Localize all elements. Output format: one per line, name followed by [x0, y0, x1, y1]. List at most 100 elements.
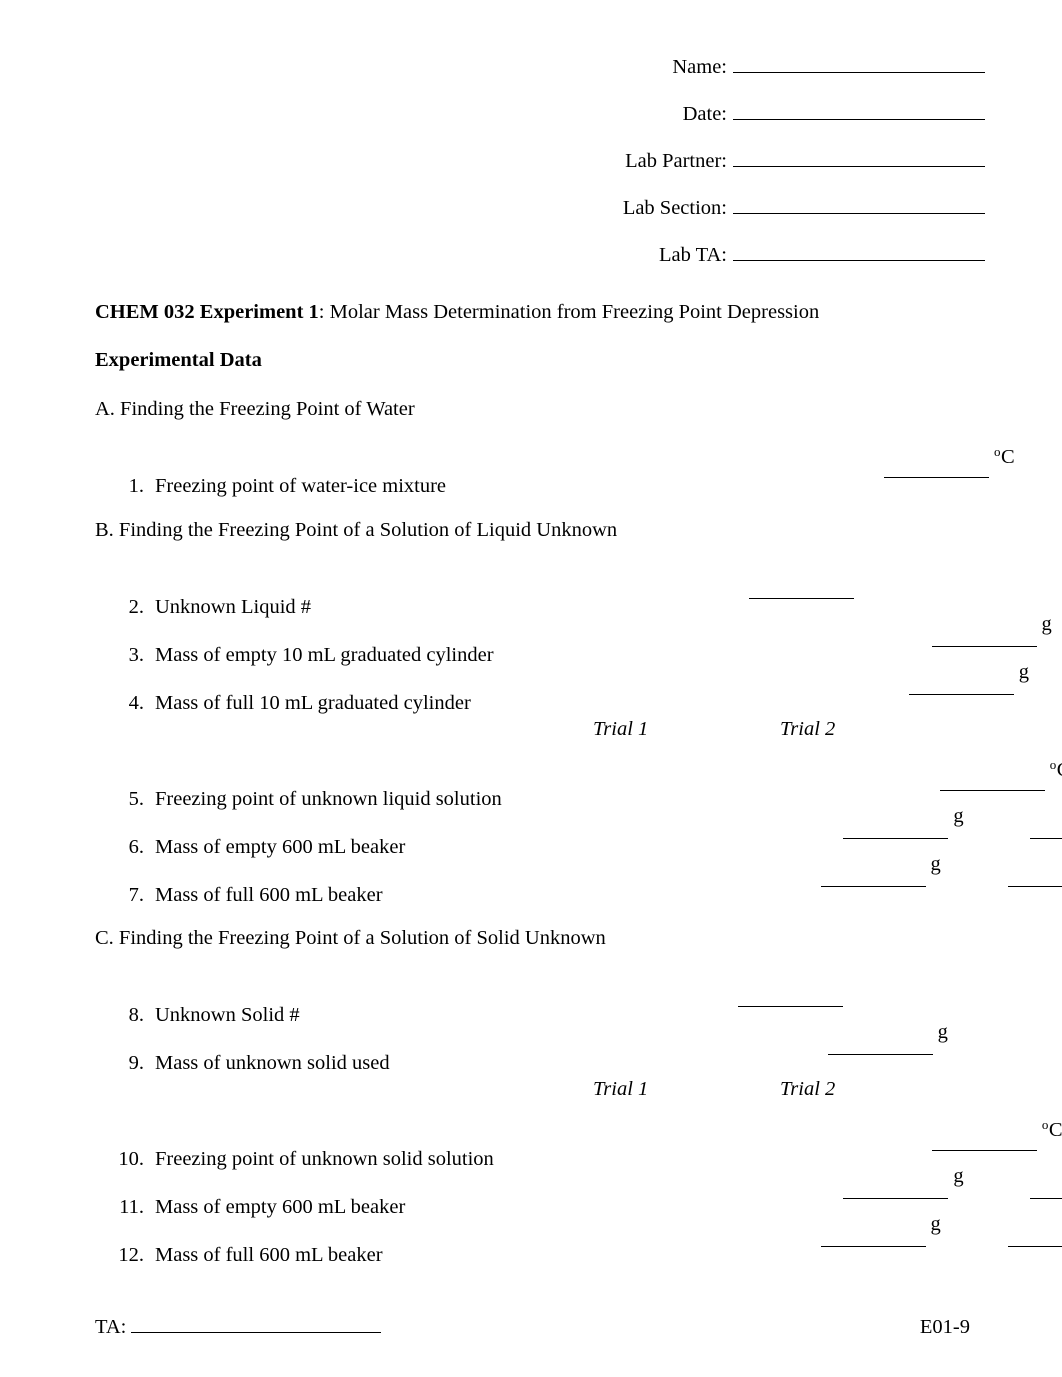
answer-blank[interactable]: [1007, 870, 1062, 887]
lab-ta-blank[interactable]: [733, 244, 985, 261]
answer-blank[interactable]: [827, 1038, 933, 1055]
answer-blank[interactable]: [1030, 1182, 1062, 1199]
unit-grams: g: [937, 1021, 948, 1043]
unit-grams: g: [930, 853, 941, 875]
answer-cell-trial2: g: [1007, 853, 1062, 901]
answer-cell: g: [908, 661, 1030, 709]
trial-1-header: Trial 1: [593, 718, 649, 740]
group-c: C. Finding the Freezing Point of a Solut…: [0, 925, 1062, 1266]
header-field-row: Lab TA:: [0, 244, 985, 291]
answer-blank[interactable]: [737, 990, 843, 1007]
header-field-row: Name:: [0, 56, 985, 103]
item-label: Mass of empty 10 mL graduated cylinder: [155, 644, 494, 666]
trial-header-row: Trial 1 Trial 2: [0, 1069, 1062, 1117]
answer-cell-trial1: g: [843, 805, 964, 853]
header-fields: Name: Date: Lab Partner: Lab Section: La…: [0, 56, 985, 291]
answer-cell-trial1: g: [820, 1213, 941, 1261]
item-label: Unknown Liquid #: [155, 596, 312, 618]
item-row: 2. Unknown Liquid #: [0, 565, 1062, 618]
title-bold-prefix: CHEM 032 Experiment 1: [95, 301, 319, 323]
answer-area: [311, 565, 1062, 613]
answer-blank[interactable]: [931, 1134, 1037, 1151]
item-number: 5.: [128, 788, 144, 810]
answer-blank[interactable]: [749, 582, 855, 599]
answer-blank[interactable]: [843, 822, 949, 839]
trial-2-header: Trial 2: [780, 718, 836, 740]
trial-header-row: Trial 1 Trial 2: [0, 709, 1062, 757]
answer-area: oC: [446, 444, 1062, 492]
item-row: 10. Freezing point of unknown solid solu…: [0, 1117, 1062, 1170]
item-label: Unknown Solid #: [155, 1004, 300, 1026]
unit-grams: g: [1018, 661, 1030, 683]
item-number: 3.: [128, 644, 144, 666]
answer-cell: g: [827, 1021, 948, 1069]
answer-area: g: [471, 661, 1062, 709]
answer-area: g g: [383, 853, 1062, 901]
group-b: B. Finding the Freezing Point of a Solut…: [0, 517, 1062, 925]
trial-2-header: Trial 2: [780, 1078, 836, 1100]
header-field-row: Lab Section:: [0, 197, 985, 244]
answer-area: oC oC: [494, 1117, 1062, 1165]
item-label: Mass of empty 600 mL beaker: [155, 1196, 406, 1218]
answer-blank[interactable]: [939, 774, 1045, 791]
answer-blank[interactable]: [884, 461, 990, 478]
item-number: 12.: [118, 1244, 144, 1266]
experimental-data-heading: Experimental Data: [95, 349, 262, 371]
answer-cell-trial2: g: [1030, 805, 1062, 853]
group-c-heading: C. Finding the Freezing Point of a Solut…: [95, 927, 606, 949]
group-a-heading: A. Finding the Freezing Point of Water: [95, 398, 415, 420]
answer-cell-trial1: g: [843, 1165, 964, 1213]
header-field-label: Name:: [672, 56, 727, 78]
answer-blank[interactable]: [1007, 1230, 1062, 1247]
item-number: 7.: [128, 884, 144, 906]
answer-area: g g: [405, 1165, 1062, 1213]
item-row: 8. Unknown Solid #: [0, 973, 1062, 1026]
answer-blank[interactable]: [820, 1230, 926, 1247]
answer-cell-trial1: oC: [931, 1117, 1062, 1165]
item-label: Mass of empty 600 mL beaker: [155, 836, 406, 858]
footer-ta-field: TA:: [95, 1316, 382, 1339]
unit-grams: g: [953, 805, 964, 827]
item-label: Mass of full 600 mL beaker: [155, 1244, 383, 1266]
answer-cell-trial2: g: [1007, 1213, 1062, 1261]
answer-area: g: [390, 1021, 1062, 1069]
item-number: 11.: [119, 1196, 144, 1218]
page-code: E01-9: [919, 1316, 970, 1338]
unit-grams: g: [1041, 613, 1052, 635]
header-field-label: Lab Partner:: [625, 150, 727, 172]
answer-blank[interactable]: [908, 678, 1014, 695]
item-number: 6.: [128, 836, 144, 858]
header-field-label: Date:: [682, 103, 727, 125]
answer-blank[interactable]: [931, 630, 1037, 647]
lab-section-blank[interactable]: [733, 197, 985, 214]
date-blank[interactable]: [733, 103, 985, 120]
answer-area: oC oC: [502, 757, 1062, 805]
worksheet-page: Name: Date: Lab Partner: Lab Section: La…: [0, 0, 1062, 1377]
page-footer: TA: E01-9: [0, 1309, 1062, 1339]
unit-celsius: oC: [994, 444, 1015, 468]
item-number: 1.: [128, 475, 144, 497]
group-b-heading: B. Finding the Freezing Point of a Solut…: [95, 519, 618, 541]
answer-cell-trial1: oC: [939, 757, 1062, 805]
item-row: 1. Freezing point of water-ice mixture o…: [0, 444, 1062, 497]
header-field-label: Lab Section:: [622, 197, 727, 219]
answer-cell-trial1: g: [820, 853, 941, 901]
worksheet-body: A. Finding the Freezing Point of Water 1…: [0, 396, 1062, 1266]
item-row: 3. Mass of empty 10 mL graduated cylinde…: [0, 613, 1062, 666]
header-field-row: Lab Partner:: [0, 150, 985, 197]
title-rest: : Molar Mass Determination from Freezing…: [318, 301, 820, 323]
footer-ta-blank[interactable]: [131, 1317, 382, 1333]
item-row: 12. Mass of full 600 mL beaker g g: [0, 1213, 1062, 1266]
item-row: 11. Mass of empty 600 mL beaker g g: [0, 1165, 1062, 1218]
answer-cell: [737, 973, 843, 1021]
unit-grams: g: [953, 1165, 964, 1187]
group-a: A. Finding the Freezing Point of Water 1…: [0, 396, 1062, 517]
answer-blank[interactable]: [843, 1182, 949, 1199]
item-number: 8.: [128, 1004, 144, 1026]
answer-cell: oC: [884, 444, 1015, 492]
header-field-row: Date:: [0, 103, 985, 150]
lab-partner-blank[interactable]: [733, 150, 985, 167]
name-blank[interactable]: [733, 56, 985, 73]
answer-blank[interactable]: [1030, 822, 1062, 839]
answer-blank[interactable]: [820, 870, 926, 887]
